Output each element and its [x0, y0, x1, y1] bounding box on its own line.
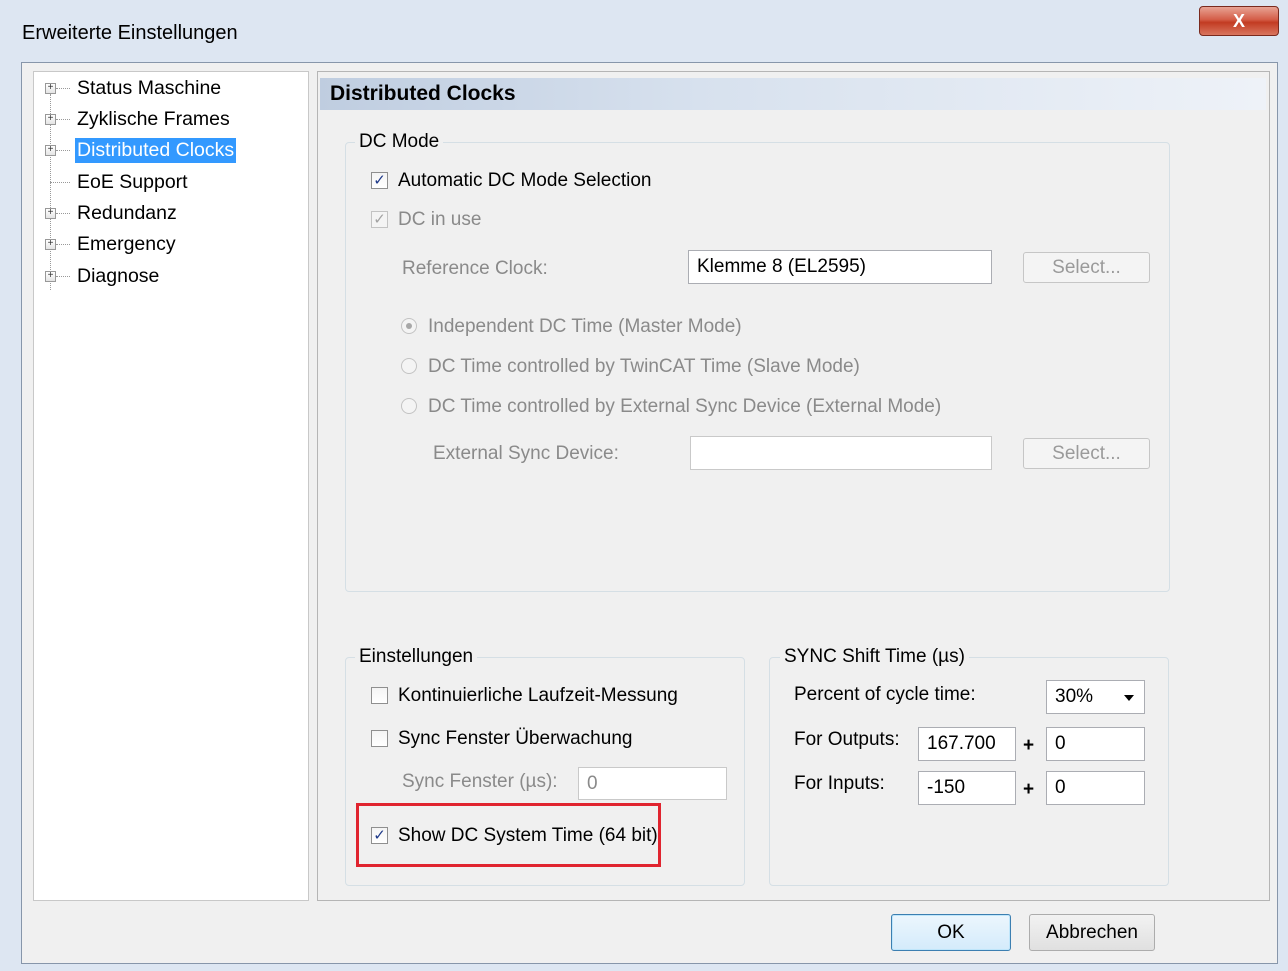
tree-connector: [56, 213, 70, 214]
auto-dc-mode-checkbox[interactable]: ✓: [371, 172, 388, 189]
tree-connector: [50, 182, 70, 183]
sync-window-us-field[interactable]: 0: [578, 767, 727, 800]
panel-header: Distributed Clocks: [320, 78, 1266, 110]
expand-icon[interactable]: +: [45, 207, 56, 219]
radio-twincat-label: DC Time controlled by TwinCAT Time (Slav…: [428, 356, 860, 377]
for-inputs-field[interactable]: -150: [918, 771, 1016, 805]
dc-in-use-label: DC in use: [398, 209, 482, 230]
sync-window-us-label: Sync Fenster (µs):: [402, 771, 558, 792]
window-title: Erweiterte Einstellungen: [22, 22, 238, 44]
show-dc-system-time-label[interactable]: Show DC System Time (64 bit): [398, 825, 658, 847]
reference-clock-label: Reference Clock:: [402, 258, 548, 279]
cancel-button[interactable]: Abbrechen: [1029, 914, 1155, 951]
tree-item-label: Status Maschine: [77, 76, 222, 99]
continuous-measurement-label[interactable]: Kontinuierliche Laufzeit-Messung: [398, 685, 678, 707]
for-inputs-offset-field[interactable]: 0: [1046, 771, 1145, 805]
close-button[interactable]: X: [1199, 6, 1279, 36]
plus-sign: +: [1023, 779, 1035, 800]
expand-icon[interactable]: +: [45, 82, 56, 94]
tree-item-label: Zyklische Frames: [77, 107, 230, 130]
reference-clock-select-button[interactable]: Select...: [1023, 252, 1150, 283]
tree-item-label: Redundanz: [77, 201, 177, 224]
radio-twincat-time[interactable]: [401, 358, 417, 374]
expand-icon[interactable]: +: [45, 144, 56, 156]
close-icon: X: [1232, 10, 1245, 31]
tree-connector: [56, 88, 70, 89]
einstellungen-title: Einstellungen: [355, 646, 478, 668]
for-outputs-offset-field[interactable]: 0: [1046, 727, 1145, 761]
dc-mode-title: DC Mode: [355, 131, 444, 153]
for-outputs-label: For Outputs:: [794, 729, 900, 750]
continuous-measurement-checkbox[interactable]: [371, 687, 388, 704]
reference-clock-field[interactable]: Klemme 8 (EL2595): [688, 250, 992, 284]
settings-tree[interactable]: + Status Maschine + Zyklische Frames + D…: [33, 71, 309, 901]
dc-in-use-checkbox[interactable]: ✓: [371, 211, 388, 228]
auto-dc-mode-label[interactable]: Automatic DC Mode Selection: [398, 170, 651, 192]
radio-independent-label: Independent DC Time (Master Mode): [428, 316, 742, 337]
external-sync-device-label: External Sync Device:: [433, 443, 619, 464]
tree-item-label: EoE Support: [77, 170, 188, 193]
plus-sign: +: [1023, 735, 1035, 756]
tree-item-label: Diagnose: [77, 264, 160, 287]
tree-connector: [56, 150, 70, 151]
chevron-down-icon[interactable]: [1124, 695, 1134, 701]
tree-item-label: Distributed Clocks: [75, 137, 237, 163]
radio-independent-dc-time[interactable]: [401, 318, 417, 334]
external-sync-select-button[interactable]: Select...: [1023, 438, 1150, 469]
ok-button[interactable]: OK: [891, 914, 1011, 951]
external-sync-device-field[interactable]: [690, 436, 992, 470]
percent-cycle-label: Percent of cycle time:: [794, 684, 976, 705]
show-dc-system-time-checkbox[interactable]: ✓: [371, 827, 388, 844]
sync-shift-title: SYNC Shift Time (µs): [780, 646, 969, 668]
tree-connector: [56, 119, 70, 120]
sync-window-monitoring-checkbox[interactable]: [371, 730, 388, 747]
tree-connector: [56, 276, 70, 277]
tree-connector: [56, 244, 70, 245]
sync-window-monitoring-label[interactable]: Sync Fenster Überwachung: [398, 728, 632, 750]
expand-icon[interactable]: +: [45, 270, 56, 282]
percent-cycle-value: 30%: [1055, 686, 1094, 707]
radio-external-sync[interactable]: [401, 398, 417, 414]
for-outputs-field[interactable]: 167.700: [918, 727, 1016, 761]
expand-icon[interactable]: +: [45, 238, 56, 250]
expand-icon[interactable]: +: [45, 113, 56, 125]
tree-item-label: Emergency: [77, 232, 176, 255]
radio-external-label: DC Time controlled by External Sync Devi…: [428, 396, 942, 417]
for-inputs-label: For Inputs:: [794, 773, 885, 794]
